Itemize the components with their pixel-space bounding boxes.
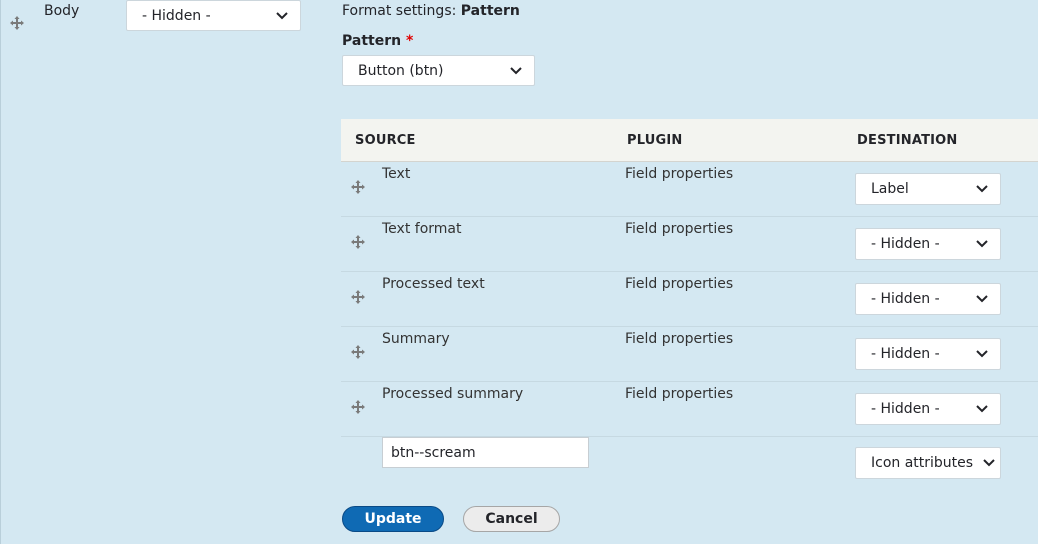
icon-attributes-select[interactable]: Icon attributes: [855, 447, 1001, 479]
row-destination-select[interactable]: Label: [855, 173, 1001, 205]
row-source: Text format: [382, 221, 462, 237]
row-destination-select[interactable]: - Hidden -: [855, 393, 1001, 425]
row-plugin: Field properties: [625, 221, 734, 237]
row-destination-value: - Hidden -: [871, 346, 940, 362]
row-destination-value: Label: [871, 181, 909, 197]
pattern-select[interactable]: Button (btn): [342, 55, 535, 86]
drag-handle-icon[interactable]: [351, 345, 365, 359]
row-source: Processed text: [382, 276, 485, 292]
row-plugin: Field properties: [625, 386, 734, 402]
row-plugin: Field properties: [625, 166, 734, 182]
row-plugin: Field properties: [625, 276, 734, 292]
row-destination-select[interactable]: - Hidden -: [855, 338, 1001, 370]
row-divider: [341, 326, 1038, 327]
row-source: Processed summary: [382, 386, 524, 402]
row-plugin: Field properties: [625, 331, 734, 347]
pattern-select-value: Button (btn): [358, 62, 444, 79]
row-destination-select[interactable]: - Hidden -: [855, 283, 1001, 315]
format-settings-prefix: Format settings:: [342, 3, 457, 19]
row-divider: [341, 271, 1038, 272]
row-source: Summary: [382, 331, 450, 347]
chevron-down-icon: [276, 11, 288, 20]
field-format-select[interactable]: - Hidden -: [126, 0, 301, 31]
row-destination-value: - Hidden -: [871, 401, 940, 417]
header-source: SOURCE: [355, 133, 416, 148]
header-plugin: PLUGIN: [627, 133, 683, 148]
left-border: [0, 0, 1, 544]
row-source: Text: [382, 166, 411, 182]
chevron-down-icon: [976, 295, 988, 303]
chevron-down-icon: [976, 350, 988, 358]
cancel-button[interactable]: Cancel: [463, 506, 560, 532]
chevron-down-icon: [983, 459, 995, 467]
drag-handle-icon[interactable]: [351, 290, 365, 304]
chevron-down-icon: [976, 185, 988, 193]
chevron-down-icon: [976, 405, 988, 413]
chevron-down-icon: [976, 240, 988, 248]
required-mark: *: [405, 33, 414, 49]
row-destination-value: - Hidden -: [871, 291, 940, 307]
attribute-text-input[interactable]: [382, 437, 589, 468]
drag-handle-icon[interactable]: [351, 180, 365, 194]
field-label: Body: [44, 3, 80, 19]
row-destination-select[interactable]: - Hidden -: [855, 228, 1001, 260]
pattern-label-text: Pattern: [342, 33, 402, 49]
row-divider: [341, 216, 1038, 217]
drag-handle-icon[interactable]: [10, 16, 24, 30]
icon-attributes-value: Icon attributes: [871, 455, 974, 471]
update-button[interactable]: Update: [342, 506, 444, 532]
drag-handle-icon[interactable]: [351, 235, 365, 249]
header-destination: DESTINATION: [857, 133, 958, 148]
format-settings-value: Pattern: [460, 3, 520, 19]
mapping-table-header: SOURCE PLUGIN DESTINATION: [341, 119, 1038, 162]
format-settings-summary: Format settings: Pattern: [342, 3, 520, 19]
field-format-select-value: - Hidden -: [142, 7, 211, 24]
row-divider: [341, 381, 1038, 382]
row-destination-value: - Hidden -: [871, 236, 940, 252]
pattern-label: Pattern *: [342, 33, 413, 49]
drag-handle-icon[interactable]: [351, 400, 365, 414]
chevron-down-icon: [510, 66, 522, 75]
